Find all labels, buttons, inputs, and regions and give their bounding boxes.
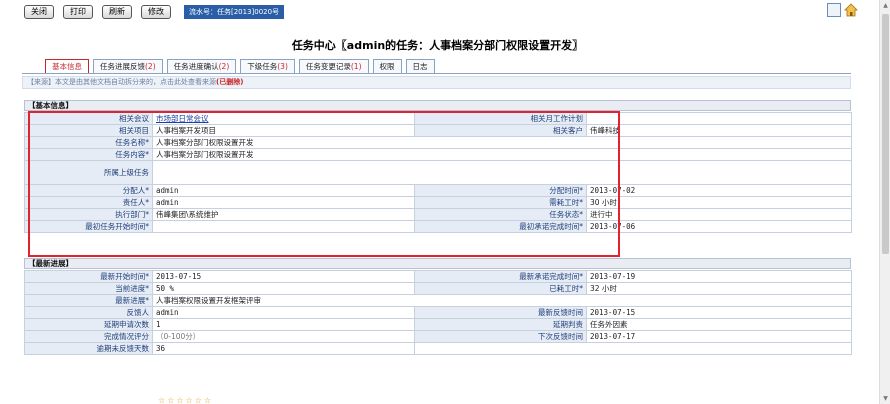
top-right-icons: [824, 3, 858, 17]
print-button[interactable]: 打印: [63, 5, 93, 19]
task-content-value: 人事档案分部门权限设置开发: [152, 148, 852, 161]
next-feedback-label: 下次反馈时间: [414, 330, 587, 343]
meeting-link[interactable]: 市场部日常会议: [156, 114, 209, 123]
tab-bar: 基本信息 任务进展反馈(2) 任务进度确认(2) 下级任务(3) 任务变更记录(…: [45, 59, 439, 73]
basic-info-table: 相关会议 市场部日常会议 相关月工作计划 相关项目 人事档案开发项目 相关客户 …: [24, 112, 852, 233]
dept-label: 执行部门*: [24, 208, 153, 221]
initial-start-label: 最初任务开始时间*: [24, 220, 153, 233]
edit-button[interactable]: 修改: [141, 5, 171, 19]
feedback-user-label: 反馈人: [24, 306, 153, 319]
latest-start-value: 2013-07-15: [152, 270, 415, 283]
home-icon[interactable]: [844, 3, 858, 17]
month-plan-label: 相关月工作计划: [414, 112, 587, 125]
latest-progress-label: 最新进展*: [24, 294, 153, 307]
feedback-user-value: admin: [152, 306, 415, 319]
close-button[interactable]: 关闭: [24, 5, 54, 19]
task-name-label: 任务名称*: [24, 136, 153, 149]
delay-count-label: 延期申请次数: [24, 318, 153, 331]
tab-progress-confirm[interactable]: 任务进度确认(2): [166, 59, 237, 73]
scroll-up-icon[interactable]: ▲: [882, 2, 889, 9]
parent-task-value: [152, 160, 852, 185]
tab-log[interactable]: 日志: [405, 59, 435, 73]
latest-start-label: 最新开始时间*: [24, 270, 153, 283]
month-plan-value: [586, 112, 852, 125]
tab-progress-feedback[interactable]: 任务进展反馈(2): [93, 59, 163, 73]
initial-promise-label: 最初承诺完成时间*: [414, 220, 587, 233]
used-hours-label: 已耗工时*: [414, 282, 587, 295]
hours-label: 需耗工时*: [414, 196, 587, 209]
deleted-badge: (已删除): [216, 78, 244, 86]
scroll-thumb[interactable]: [882, 14, 889, 254]
progress-table: 最新开始时间* 2013-07-15 最新承诺完成时间* 2013-07-19 …: [24, 270, 852, 355]
owner-value: admin: [152, 196, 415, 209]
task-name-value: 人事档案分部门权限设置开发: [152, 136, 852, 149]
status-label: 任务状态*: [414, 208, 587, 221]
toolbar: 关闭 打印 刷新 修改 流水号：任务[2013]0020号: [24, 4, 285, 20]
initial-start-value: [152, 220, 415, 233]
initial-promise-value: 2013-07-06: [586, 220, 852, 233]
scroll-down-icon[interactable]: ▼: [882, 395, 889, 402]
owner-label: 责任人*: [24, 196, 153, 209]
latest-promise-label: 最新承诺完成时间*: [414, 270, 587, 283]
delay-judge-label: 延期判责: [414, 318, 587, 331]
basic-info-header: 【基本信息】: [24, 100, 851, 111]
latest-feedback-value: 2013-07-15: [586, 306, 852, 319]
vertical-scrollbar[interactable]: ▲ ▼: [879, 0, 890, 404]
score-value: （0-100分）: [152, 330, 415, 343]
delay-count-value: 1: [152, 318, 415, 331]
score-label: 完成情况评分: [24, 330, 153, 343]
task-content-label: 任务内容*: [24, 148, 153, 161]
overdue-label: 逾期未反馈天数: [24, 342, 153, 355]
tab-change-log[interactable]: 任务变更记录(1): [298, 59, 369, 73]
overdue-value: 36: [152, 342, 415, 355]
latest-progress-value: 人事档案权限设置开发框架评审: [152, 294, 852, 307]
used-hours-value: 32 小时: [586, 282, 852, 295]
tab-subtasks[interactable]: 下级任务(3): [240, 59, 295, 73]
delay-judge-value: 任务外因素: [586, 318, 852, 331]
tab-divider: [22, 73, 851, 74]
assigner-label: 分配人*: [24, 184, 153, 197]
status-value: 进行中: [586, 208, 852, 221]
source-link[interactable]: 【来源】本文是由其他文档自动拆分来的，点击此处查看来源(已删除): [22, 76, 851, 89]
print-icon[interactable]: [827, 3, 841, 17]
dept-value: 伟峰集团\系统维护: [152, 208, 415, 221]
tab-basic-info[interactable]: 基本信息: [45, 59, 89, 73]
assign-time-value: 2013-07-02: [586, 184, 852, 197]
current-progress-value: 50 %: [152, 282, 415, 295]
parent-task-label: 所属上级任务: [24, 160, 153, 185]
customer-label: 相关客户: [414, 124, 587, 137]
page-title: 任务中心〖admin的任务：人事档案分部门权限设置开发〗: [291, 39, 584, 52]
current-progress-label: 当前进度*: [24, 282, 153, 295]
customer-value: 伟峰科技: [586, 124, 852, 137]
assigner-value: admin: [152, 184, 415, 197]
meeting-label: 相关会议: [24, 112, 153, 125]
hours-value: 30 小时: [586, 196, 852, 209]
empty-cell: [414, 342, 852, 355]
progress-header: 【最新进展】: [24, 258, 851, 269]
serial-number: 流水号：任务[2013]0020号: [184, 5, 285, 19]
assign-time-label: 分配时间*: [414, 184, 587, 197]
project-label: 相关项目: [24, 124, 153, 137]
refresh-button[interactable]: 刷新: [102, 5, 132, 19]
latest-promise-value: 2013-07-19: [586, 270, 852, 283]
project-value: 人事档案开发项目: [152, 124, 415, 137]
tab-permissions[interactable]: 权限: [372, 59, 402, 73]
latest-feedback-label: 最新反馈时间: [414, 306, 587, 319]
next-feedback-value: 2013-07-17: [586, 330, 852, 343]
meeting-value: 市场部日常会议: [152, 112, 415, 125]
rating-stars-icon: ☆☆☆☆☆☆: [158, 396, 214, 404]
